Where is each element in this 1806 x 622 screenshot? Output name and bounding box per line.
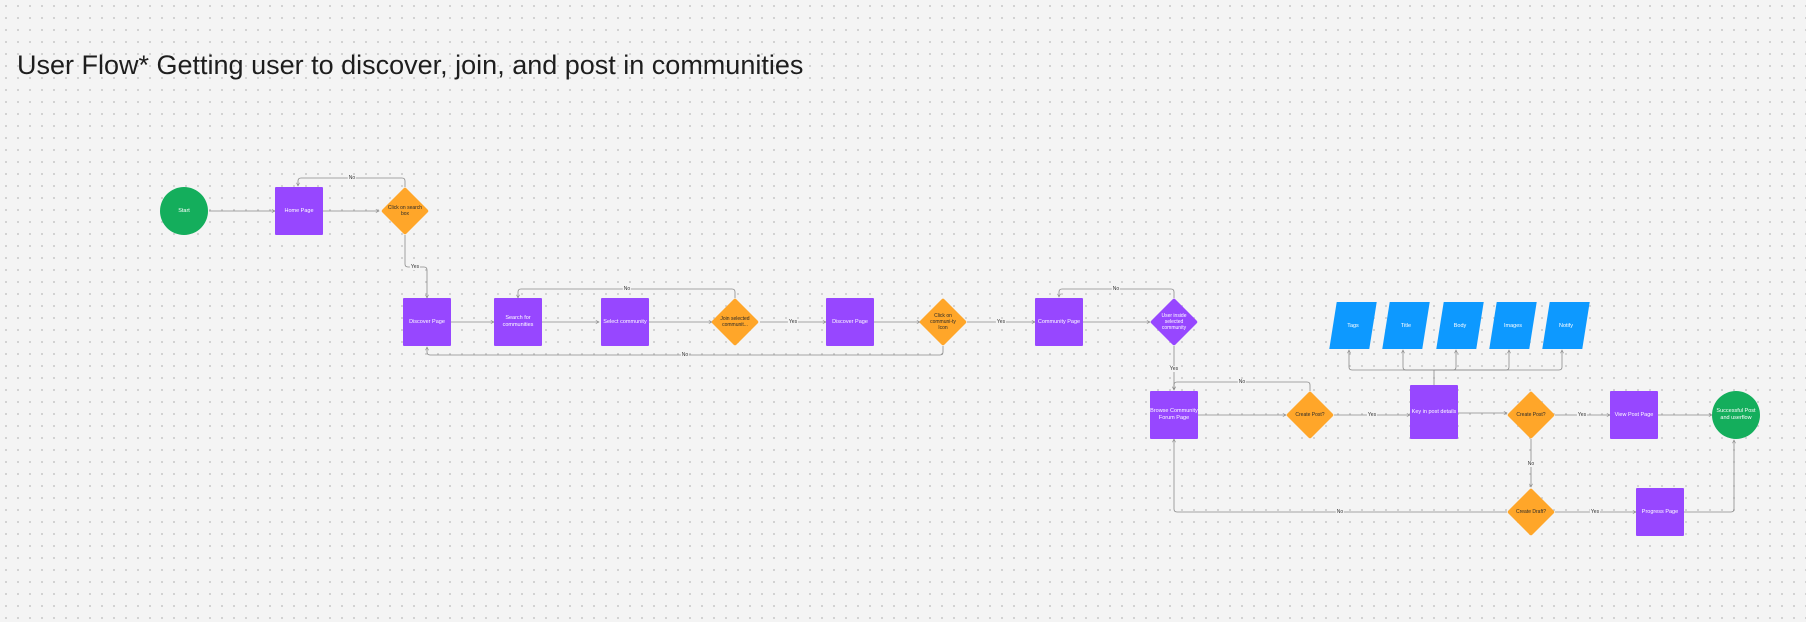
connector-key-images <box>1434 350 1509 371</box>
edge-label-no: No <box>1526 461 1536 467</box>
success-node[interactable]: Successful Post and userflow <box>1712 391 1760 439</box>
click-community-icon-decision[interactable]: Click on communi-ty Icon <box>918 297 968 347</box>
edge-label-no: No <box>680 352 690 358</box>
field-notify-node[interactable]: Notify <box>1542 302 1590 349</box>
community-page-node[interactable]: Community Page <box>1035 298 1083 346</box>
edge-label-no: No <box>1335 509 1345 515</box>
field-text: Tags <box>1347 322 1359 329</box>
join-community-decision[interactable]: Join selected communit... <box>710 297 760 347</box>
connector-key-title <box>1403 350 1434 371</box>
connector-key-notify <box>1434 350 1562 371</box>
field-title-node[interactable]: Title <box>1382 302 1430 349</box>
click-search-decision[interactable]: Click on search box <box>380 186 430 236</box>
connector-draft-no-forum <box>1174 439 1507 513</box>
edge-label-yes: Yes <box>1168 366 1180 372</box>
create-post-decision[interactable]: Create Post? <box>1285 390 1335 440</box>
field-text: Title <box>1400 322 1412 329</box>
decision-text: Create Post? <box>1295 411 1325 418</box>
edge-label-yes: Yes <box>995 319 1007 325</box>
connector-key-body <box>1434 350 1456 371</box>
browse-forum-node[interactable]: Browse Community Forum Page <box>1150 391 1198 439</box>
discover-page-node[interactable]: Discover Page <box>403 298 451 346</box>
key-in-post-node[interactable]: Key in post details <box>1410 385 1458 439</box>
edge-label-yes: Yes <box>1576 412 1588 418</box>
edge-label-no: No <box>1237 379 1247 385</box>
create-post-2-decision[interactable]: Create Post? <box>1506 390 1556 440</box>
edge-label-yes: Yes <box>1366 412 1378 418</box>
edge-label-no: No <box>1111 286 1121 292</box>
decision-text: Click on communi-ty Icon <box>930 312 956 332</box>
edge-label-yes: Yes <box>787 319 799 325</box>
field-body-node[interactable]: Body <box>1436 302 1484 349</box>
connector-progress-success <box>1684 440 1734 513</box>
field-text: Notify <box>1558 322 1574 329</box>
field-text: Body <box>1453 322 1467 329</box>
home-page-node[interactable]: Home Page <box>275 187 323 235</box>
field-text: Images <box>1503 322 1523 329</box>
start-node[interactable]: Start <box>160 187 208 235</box>
decision-text: Click on search box <box>387 204 423 217</box>
view-post-node[interactable]: View Post Page <box>1610 391 1658 439</box>
discover-page-2-node[interactable]: Discover Page <box>826 298 874 346</box>
search-communities-node[interactable]: Search for communities <box>494 298 542 346</box>
decision-text: User inside selected community <box>1161 312 1187 332</box>
user-inside-community-decision[interactable]: User inside selected community <box>1149 297 1199 347</box>
decision-text: Create Post? <box>1516 411 1546 418</box>
create-draft-decision[interactable]: Create Draft? <box>1506 487 1556 537</box>
edge-label-yes: Yes <box>1589 509 1601 515</box>
select-community-node[interactable]: Select community <box>601 298 649 346</box>
connector-key-tags <box>1349 350 1435 385</box>
field-tags-node[interactable]: Tags <box>1329 302 1377 349</box>
progress-page-node[interactable]: Progress Page <box>1636 488 1684 536</box>
edge-label-no: No <box>622 286 632 292</box>
field-images-node[interactable]: Images <box>1489 302 1537 349</box>
decision-text: Create Draft? <box>1515 508 1546 515</box>
edge-label-no: No <box>347 175 357 181</box>
decision-text: Join selected communit... <box>720 315 750 328</box>
edge-label-yes: Yes <box>409 264 421 270</box>
